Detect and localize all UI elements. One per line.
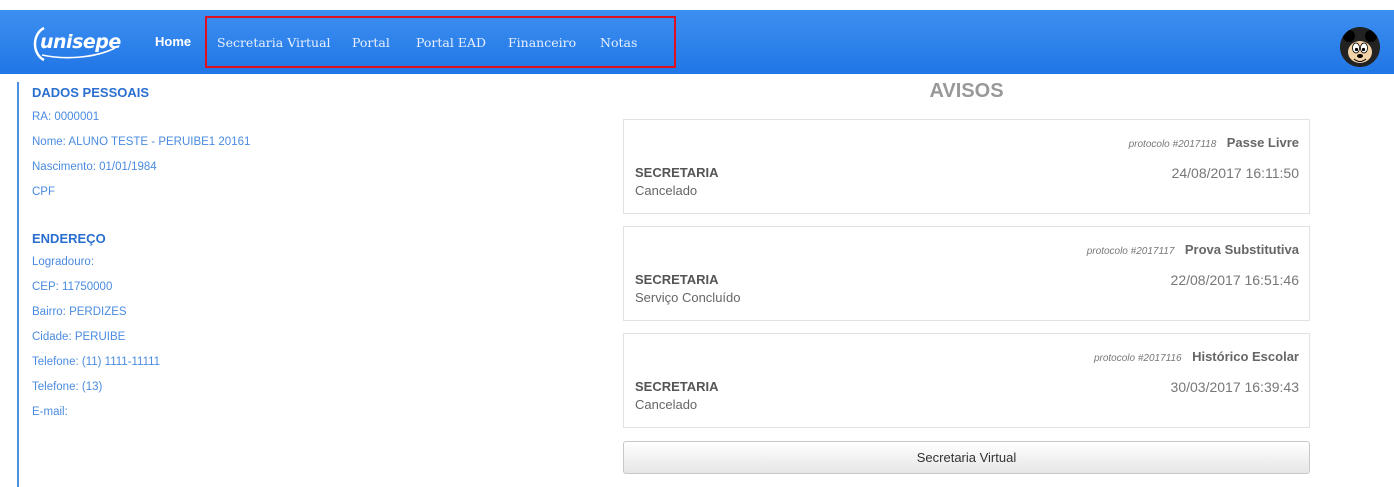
- notice-department: SECRETARIA: [635, 379, 719, 394]
- notice-header: protocolo #2017117 Prova Substitutiva: [1087, 241, 1299, 259]
- notice-title: Passe Livre: [1226, 135, 1299, 150]
- email-field: E-mail:: [32, 406, 68, 418]
- notice-title: Prova Substitutiva: [1184, 242, 1299, 257]
- unisepe-logo[interactable]: unisepe: [30, 24, 121, 64]
- notice-datetime: 22/08/2017 16:51:46: [1170, 272, 1299, 288]
- birth-field: Nascimento: 01/01/1984: [32, 161, 157, 173]
- telefone2-field: Telefone: (13): [32, 381, 103, 393]
- bairro-field: Bairro: PERDIZES: [32, 306, 127, 318]
- notice-card[interactable]: protocolo #2017118 Passe Livre SECRETARI…: [623, 119, 1310, 214]
- notice-card[interactable]: protocolo #2017117 Prova Substitutiva SE…: [623, 226, 1310, 321]
- left-border-line: [17, 82, 19, 487]
- mickey-avatar-icon: [1340, 27, 1380, 67]
- protocol-number: protocolo #2017117: [1086, 246, 1175, 257]
- nav-highlight-box: [205, 16, 676, 68]
- secretaria-virtual-button[interactable]: Secretaria Virtual: [623, 441, 1310, 474]
- cpf-field: CPF: [32, 186, 55, 198]
- notice-datetime: 30/03/2017 16:39:43: [1170, 379, 1299, 395]
- personal-data-title: DADOS PESSOAIS: [32, 85, 150, 100]
- notice-header: protocolo #2017118 Passe Livre: [1129, 134, 1299, 152]
- protocol-number: protocolo #2017118: [1128, 139, 1217, 150]
- notice-card[interactable]: protocolo #2017116 Histórico Escolar SEC…: [623, 333, 1310, 428]
- user-avatar[interactable]: [1340, 27, 1380, 67]
- avisos-title: AVISOS: [929, 80, 1004, 102]
- notice-department: SECRETARIA: [635, 272, 719, 287]
- ra-field: RA: 0000001: [32, 111, 100, 123]
- cidade-field: Cidade: PERUIBE: [32, 331, 126, 343]
- top-strip: [0, 0, 1394, 10]
- notice-status: Serviço Concluído: [635, 290, 741, 305]
- notice-status: Cancelado: [635, 183, 698, 198]
- notice-title: Histórico Escolar: [1192, 349, 1299, 364]
- notice-datetime: 24/08/2017 16:11:50: [1171, 165, 1299, 181]
- logo-text: unisepe: [40, 31, 121, 53]
- logradouro-field: Logradouro:: [32, 256, 95, 268]
- notice-department: SECRETARIA: [635, 165, 719, 180]
- protocol-number: protocolo #2017116: [1093, 353, 1182, 364]
- nav-home[interactable]: Home: [155, 34, 191, 49]
- name-field: Nome: ALUNO TESTE - PERUIBE1 20161: [32, 136, 251, 148]
- notice-status: Cancelado: [635, 397, 698, 412]
- telefone1-field: Telefone: (11) 1111-11111: [32, 356, 161, 368]
- address-title: ENDEREÇO: [32, 231, 106, 246]
- cep-field: CEP: 11750000: [32, 281, 113, 293]
- notice-header: protocolo #2017116 Histórico Escolar: [1094, 348, 1299, 366]
